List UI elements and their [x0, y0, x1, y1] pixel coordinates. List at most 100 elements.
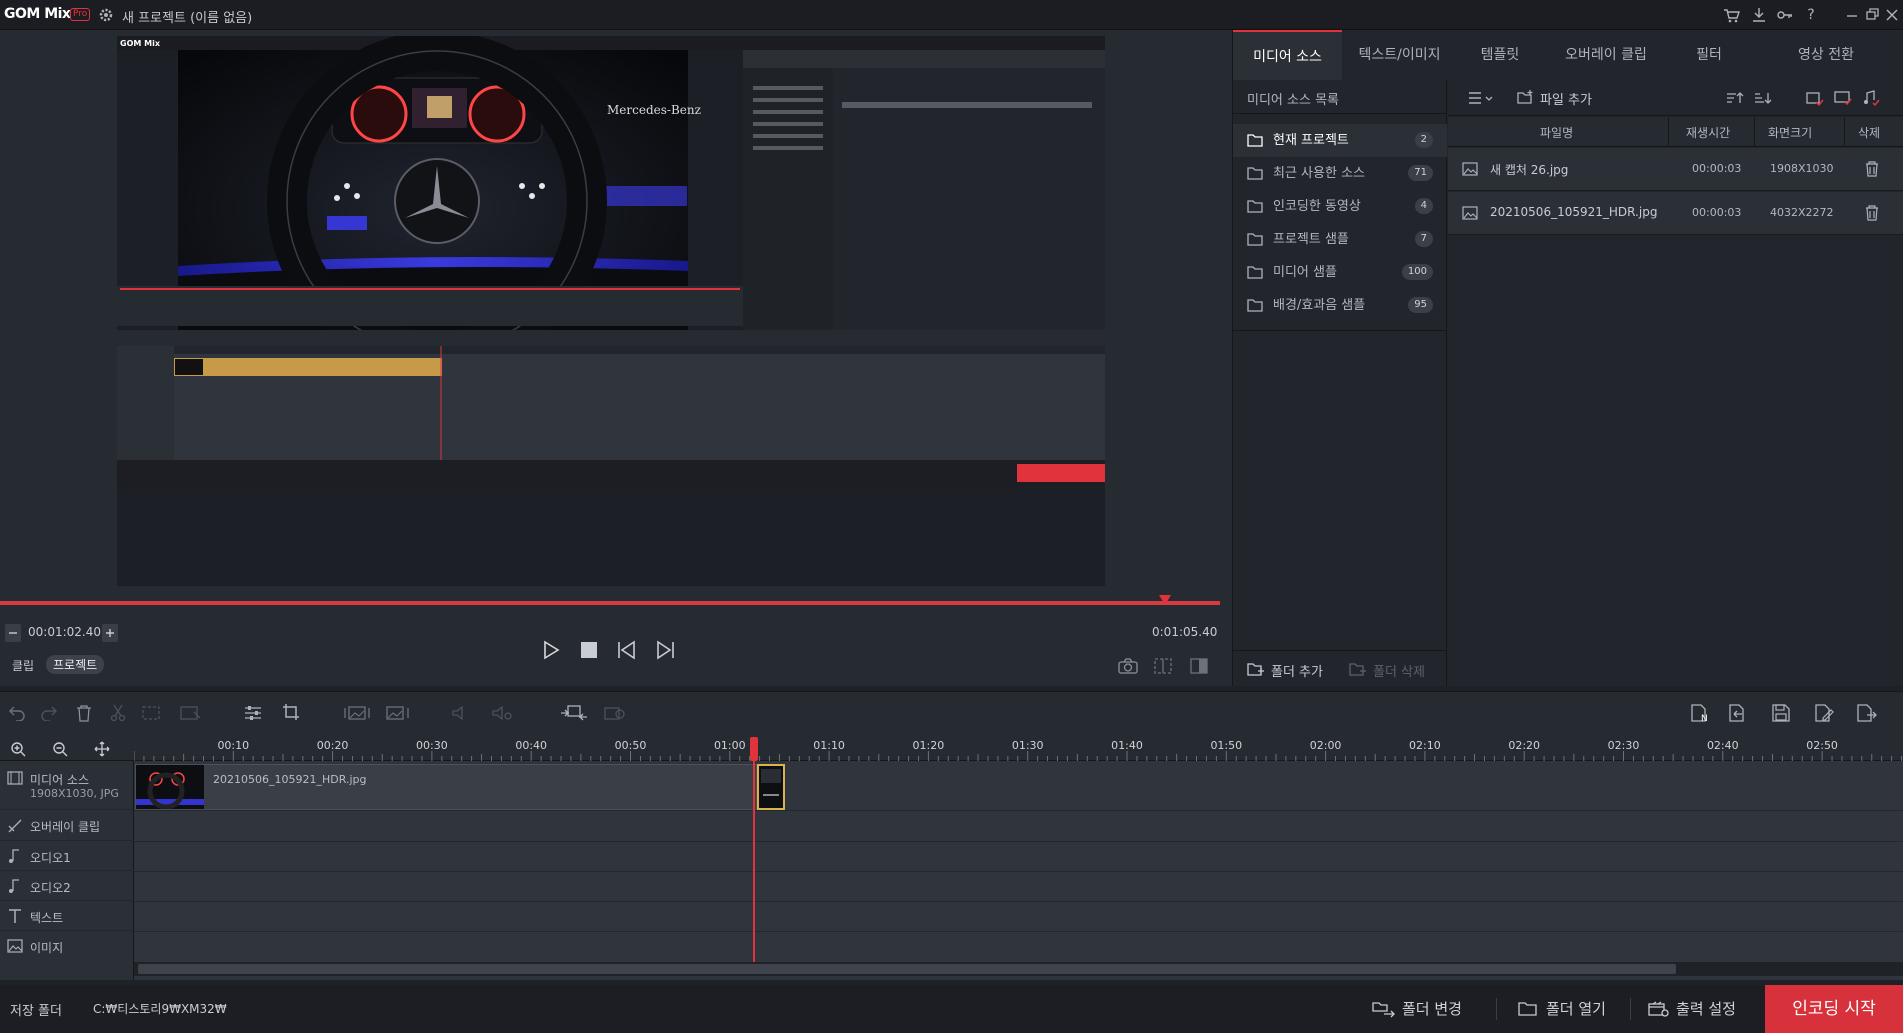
settings-gear-icon[interactable] — [98, 7, 114, 23]
file-resolution: 1908X1030 — [1770, 162, 1834, 175]
col-filename[interactable]: 파일명 — [1540, 124, 1573, 141]
seek-bar[interactable] — [0, 601, 1220, 605]
file-row[interactable]: 새 캡처 26.jpg 00:00:03 1908X1030 — [1448, 148, 1903, 191]
folder-icon — [1247, 265, 1263, 279]
minimize-icon[interactable] — [1843, 6, 1861, 24]
ruler-label: 02:10 — [1409, 739, 1441, 752]
mode-clip[interactable]: 클립 — [12, 657, 34, 674]
track-header-image[interactable]: 이미지 — [0, 932, 134, 961]
zoom-in-icon[interactable] — [10, 741, 26, 757]
output-settings-button[interactable]: 출력 설정 — [1648, 985, 1748, 1033]
track-header-audio1[interactable]: 오디오1 — [0, 842, 134, 871]
trash-icon[interactable] — [1865, 205, 1879, 221]
start-encoding-button[interactable]: 인코딩 시작 — [1765, 985, 1903, 1033]
add-file-button[interactable]: 파일 추가 — [1540, 89, 1592, 108]
current-time[interactable]: 00:01:02.40 — [28, 625, 101, 639]
clip-check-icon[interactable] — [1806, 90, 1824, 106]
delete-folder-button[interactable]: 폴더 삭제 — [1373, 661, 1425, 680]
tab-text-image[interactable]: 텍스트/이미지 — [1342, 30, 1457, 80]
monitor-check-icon[interactable] — [1834, 90, 1852, 106]
image-prev-icon[interactable] — [344, 705, 370, 721]
playhead[interactable] — [752, 737, 755, 962]
file-name: 새 캡처 26.jpg — [1490, 163, 1569, 177]
folder-icon — [1247, 166, 1263, 180]
timeline-scrollbar[interactable] — [134, 962, 1903, 976]
tab-filter[interactable]: 필터 — [1669, 30, 1749, 80]
file-row[interactable]: 20210506_105921_HDR.jpg 00:00:03 4032X22… — [1448, 192, 1903, 235]
export-project-icon[interactable] — [1856, 704, 1878, 722]
prev-frame-icon[interactable] — [616, 640, 638, 660]
time-decrease-button[interactable] — [5, 624, 21, 642]
new-project-icon[interactable]: N — [1690, 704, 1710, 722]
cart-icon[interactable] — [1722, 6, 1740, 24]
timeline-clip[interactable]: 20210506_105921_HDR.jpg — [135, 764, 757, 810]
col-duration[interactable]: 재생시간 — [1686, 124, 1730, 141]
mute-settings-icon[interactable] — [492, 705, 512, 721]
tab-overlay-clip[interactable]: 오버레이 클립 — [1543, 30, 1669, 80]
select-area-icon[interactable] — [142, 704, 164, 722]
track-header-audio2[interactable]: 오디오2 — [0, 872, 134, 901]
tab-transition[interactable]: 영상 전환 — [1749, 30, 1903, 80]
add-file-icon[interactable] — [1516, 89, 1534, 105]
timeline-ruler[interactable]: 00:10 00:20 00:30 00:40 00:50 01:00 01:10 01:20… — [134, 737, 1903, 761]
folder-project-samples[interactable]: 프로젝트 샘플 7 — [1233, 223, 1447, 256]
folder-recent-sources[interactable]: 최근 사용한 소스 71 — [1233, 157, 1447, 190]
adjust-icon[interactable] — [244, 704, 262, 722]
track-header-overlay[interactable]: 오버레이 클립 — [0, 811, 134, 841]
folder-bg-sfx-samples[interactable]: 배경/효과음 샘플 95 — [1233, 289, 1447, 322]
add-folder-button[interactable]: 폴더 추가 — [1271, 661, 1323, 680]
time-increase-button[interactable] — [102, 624, 118, 642]
clip-effect-icon[interactable] — [604, 705, 626, 721]
replace-icon[interactable] — [560, 705, 588, 721]
split-right-icon[interactable] — [1190, 658, 1208, 674]
list-view-icon[interactable] — [1468, 91, 1494, 105]
delete-icon[interactable] — [76, 704, 92, 722]
fit-timeline-icon[interactable] — [94, 741, 110, 757]
redo-icon[interactable] — [40, 705, 58, 721]
volume-icon[interactable] — [452, 705, 470, 721]
help-icon[interactable]: ? — [1802, 6, 1820, 24]
save-as-icon[interactable] — [1814, 704, 1834, 722]
open-folder-button[interactable]: 폴더 열기 — [1518, 985, 1618, 1033]
scrollbar-thumb[interactable] — [138, 964, 1676, 974]
col-resolution[interactable]: 화면크기 — [1768, 124, 1812, 141]
play-icon[interactable] — [542, 640, 560, 660]
close-icon[interactable] — [1883, 6, 1901, 24]
trash-icon[interactable] — [1865, 161, 1879, 177]
open-project-icon[interactable] — [1728, 704, 1748, 722]
split-left-icon[interactable] — [1154, 658, 1172, 674]
folder-media-samples[interactable]: 미디어 샘플 100 — [1233, 256, 1447, 289]
image-file-icon — [1462, 162, 1478, 176]
sort-desc-icon[interactable] — [1754, 91, 1772, 105]
track-header-media[interactable]: 미디어 소스 1908X1030, JPG — [0, 762, 134, 810]
seek-handle[interactable] — [1159, 595, 1172, 605]
undo-icon[interactable] — [8, 705, 26, 721]
camera-icon[interactable] — [1118, 658, 1138, 674]
mode-project[interactable]: 프로젝트 — [46, 655, 105, 674]
zoom-out-icon[interactable] — [52, 741, 68, 757]
pro-badge: Pro — [70, 8, 91, 21]
crop-icon[interactable] — [282, 703, 300, 721]
folder-encoded-videos[interactable]: 인코딩한 동영상 4 — [1233, 190, 1447, 223]
folder-current-project[interactable]: 현재 프로젝트 2 — [1233, 124, 1447, 157]
image-next-icon[interactable] — [386, 705, 412, 721]
playhead-handle[interactable] — [749, 737, 758, 761]
cut-icon[interactable] — [110, 704, 126, 722]
audio-check-icon[interactable] — [1862, 90, 1880, 106]
stop-icon[interactable] — [580, 641, 598, 659]
next-frame-icon[interactable] — [654, 640, 676, 660]
tab-template[interactable]: 템플릿 — [1457, 30, 1543, 80]
track-header-text[interactable]: 텍스트 — [0, 902, 134, 931]
sort-asc-icon[interactable] — [1726, 91, 1744, 105]
delete-folder-icon[interactable] — [1349, 661, 1367, 677]
tab-media-source[interactable]: 미디어 소스 — [1233, 30, 1342, 80]
download-icon[interactable] — [1750, 6, 1768, 24]
restore-icon[interactable] — [1863, 6, 1881, 24]
key-icon[interactable] — [1776, 6, 1794, 24]
change-folder-button[interactable]: 폴더 변경 — [1372, 985, 1484, 1033]
trim-icon[interactable] — [180, 704, 202, 722]
add-folder-icon[interactable] — [1247, 661, 1265, 677]
col-delete: 삭제 — [1858, 126, 1881, 140]
selected-clip[interactable] — [757, 764, 785, 810]
save-icon[interactable] — [1772, 704, 1790, 722]
